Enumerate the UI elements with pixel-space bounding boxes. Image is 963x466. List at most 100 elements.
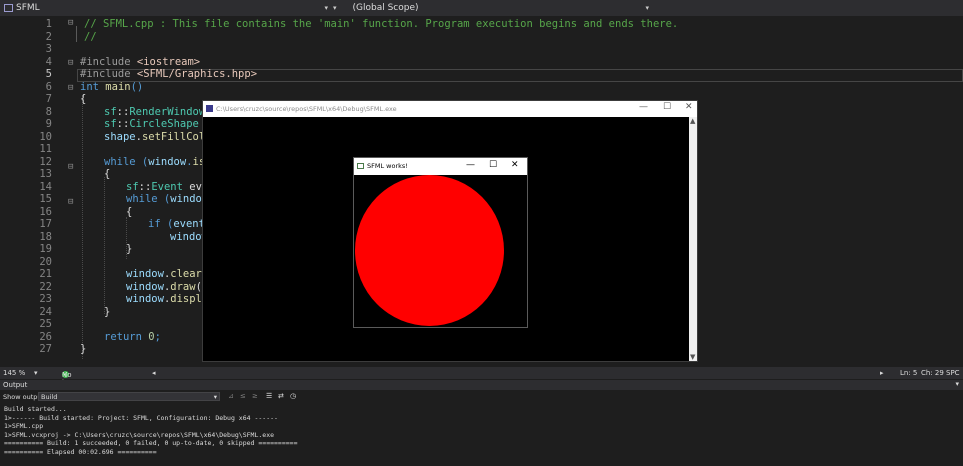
chevron-down-icon[interactable]: ▾ <box>324 4 328 12</box>
code-line: { <box>80 93 87 105</box>
line-number: 25 <box>39 318 52 330</box>
output-panel-header: Output ▾ <box>0 380 963 390</box>
fold-toggle-icon[interactable]: ⊟ <box>68 18 73 28</box>
line-number: 12 <box>39 155 52 168</box>
column-indicator[interactable]: Ch: 29 <box>921 369 944 377</box>
output-source-select[interactable]: Build ▾ <box>38 392 220 401</box>
line-number: 19 <box>39 243 52 255</box>
output-line: Build started... <box>4 405 67 413</box>
code-line: // SFML.cpp : This file contains the 'ma… <box>84 18 679 30</box>
editor-status-bar: 145 % ▾ ✓ No issues found ◂ ▸ Ln: 5 Ch: … <box>0 367 963 395</box>
console-title-bar[interactable]: C:\Users\cruzc\source\repos\SFML\x64\Deb… <box>203 101 697 117</box>
whitespace-mode[interactable]: SPC <box>946 369 960 377</box>
sfml-title-bar[interactable]: SFML works! — ☐ ✕ <box>354 158 527 175</box>
fold-bracket <box>76 26 77 42</box>
line-number: 18 <box>39 230 52 243</box>
line-number: 14 <box>39 180 52 193</box>
code-line: // <box>84 30 97 43</box>
line-number: 17 <box>39 218 52 230</box>
code-line: return 0; <box>104 330 161 343</box>
chevron-down-icon[interactable]: ▾ <box>645 4 649 12</box>
code-line: } <box>126 243 133 255</box>
output-line: 1>SFML.vcxproj -> C:\Users\cruzc\source\… <box>4 430 275 439</box>
close-icon[interactable]: ✕ <box>685 102 693 112</box>
console-title: C:\Users\cruzc\source\repos\SFML\x64\Deb… <box>216 105 397 113</box>
scroll-down-icon[interactable]: ▼ <box>690 353 695 361</box>
output-text: Build started... 1>------ Build started: … <box>0 403 963 463</box>
line-number: 3 <box>45 43 52 55</box>
sfml-window[interactable]: SFML works! — ☐ ✕ <box>353 157 528 328</box>
line-number: 23 <box>39 293 52 305</box>
line-number: 7 <box>45 93 52 105</box>
code-line: shape.setFillColo <box>104 130 212 143</box>
code-line: { <box>126 205 133 218</box>
fold-toggle-icon[interactable]: ⊟ <box>68 197 73 207</box>
line-number: 10 <box>39 130 52 143</box>
chevron-down-icon[interactable]: ▾ <box>955 380 959 388</box>
line-number: 13 <box>39 168 52 180</box>
clear-all-icon[interactable]: ☰ <box>266 392 272 400</box>
word-wrap-icon[interactable]: ⇄ <box>278 392 284 400</box>
line-number: 5 <box>45 68 52 80</box>
scope-dropdown[interactable]: ▾ (Global Scope) ▾ <box>333 0 653 16</box>
line-number: 20 <box>39 255 52 268</box>
code-line: int main() <box>80 80 144 93</box>
chevron-down-icon[interactable]: ▾ <box>34 369 38 377</box>
code-line: } <box>104 305 111 318</box>
close-icon[interactable]: ✕ <box>511 160 519 170</box>
line-number: 24 <box>39 305 52 318</box>
sfml-app-icon <box>357 163 364 169</box>
code-line: sf::CircleShape sh <box>104 118 218 130</box>
minimize-icon[interactable]: — <box>466 160 475 170</box>
project-dropdown-label: SFML <box>16 3 40 13</box>
line-number: 1 <box>45 18 52 30</box>
code-line: { <box>104 168 111 180</box>
scroll-up-icon[interactable]: ▲ <box>690 117 695 125</box>
sfml-window-title: SFML works! <box>367 162 408 170</box>
line-number: 27 <box>39 343 52 355</box>
line-number: 22 <box>39 280 52 293</box>
line-number: 16 <box>39 205 52 218</box>
console-app-icon <box>206 105 213 112</box>
output-line: 1>------ Build started: Project: SFML, C… <box>4 413 278 422</box>
go-to-next-icon[interactable]: ≥ <box>252 392 258 400</box>
go-to-previous-icon[interactable]: ≤ <box>240 392 246 400</box>
scroll-right-icon[interactable]: ▸ <box>880 369 884 377</box>
output-title: Output <box>3 381 28 389</box>
fold-toggle-icon[interactable]: ⊟ <box>68 58 73 68</box>
code-line: while (window.isOp <box>104 155 218 168</box>
zoom-level[interactable]: 145 % <box>3 369 25 377</box>
line-number: 2 <box>45 30 52 43</box>
output-line: ========== Elapsed 00:02.696 ========== <box>4 447 157 456</box>
indent-guide <box>104 177 105 314</box>
output-source-value: Build <box>41 393 58 401</box>
project-dropdown[interactable]: SFML ▾ <box>0 0 330 16</box>
project-icon <box>4 4 13 12</box>
indent-guide <box>82 95 83 359</box>
code-line: sf::RenderWindow w <box>104 105 218 118</box>
chevron-down-icon: ▾ <box>333 4 337 12</box>
output-line: 1>SFML.cpp <box>4 422 44 430</box>
fold-toggle-icon[interactable]: ⊟ <box>68 83 73 93</box>
line-number: 15 <box>39 193 52 205</box>
output-toolbar: Show output from: Build ▾ ⊿ ≤ ≥ ☰ ⇄ ◷ <box>0 391 963 402</box>
line-number: 21 <box>39 268 52 280</box>
code-line: #include <SFML/Graphics.hpp> <box>80 68 258 80</box>
line-number: 26 <box>39 330 52 343</box>
minimize-icon[interactable]: — <box>639 102 648 112</box>
line-number: 6 <box>45 80 52 93</box>
console-scrollbar[interactable]: ▲ ▼ <box>689 117 697 361</box>
red-circle-shape <box>355 175 504 326</box>
line-number: 8 <box>45 105 52 118</box>
maximize-icon[interactable]: ☐ <box>489 160 497 170</box>
scroll-left-icon[interactable]: ◂ <box>152 369 156 377</box>
line-number: 9 <box>45 118 52 130</box>
maximize-icon[interactable]: ☐ <box>663 102 671 112</box>
output-line: ========== Build: 1 succeeded, 0 failed,… <box>4 439 298 447</box>
code-line: } <box>80 343 87 355</box>
fold-toggle-icon[interactable]: ⊟ <box>68 162 73 172</box>
code-line: #include <iostream> <box>80 55 201 68</box>
watch-icon[interactable]: ◷ <box>290 392 296 400</box>
line-number-indicator[interactable]: Ln: 5 <box>900 369 917 377</box>
find-icon[interactable]: ⊿ <box>228 392 234 400</box>
